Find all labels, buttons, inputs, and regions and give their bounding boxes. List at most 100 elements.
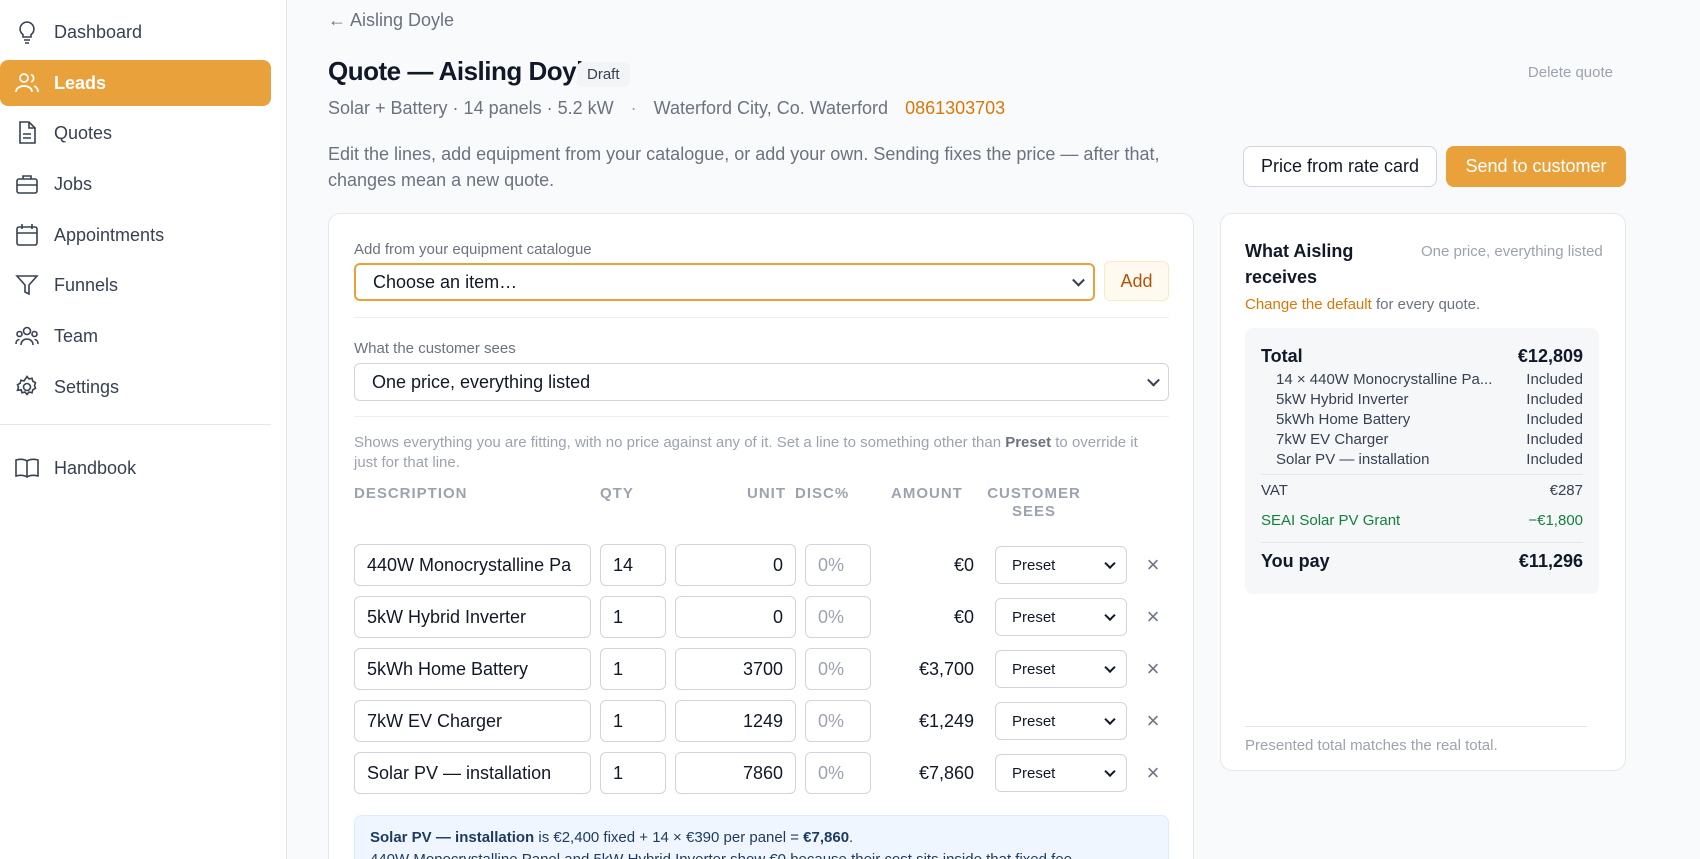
customer-view-select[interactable]: One price, everything listed xyxy=(354,363,1169,401)
calendar-icon xyxy=(14,222,40,248)
customer-view-note: Shows everything you are fitting, with n… xyxy=(354,433,1154,473)
item-name: 14 × 440W Monocrystalline Pa... xyxy=(1276,371,1493,388)
list-item: Solar PV — installation Included xyxy=(1276,451,1583,468)
info-text: is €2,400 fixed + 14 × €390 per panel = xyxy=(534,829,804,846)
remove-line-button[interactable]: × xyxy=(1143,554,1163,576)
select-value: Preset xyxy=(1012,764,1056,782)
add-item-button[interactable]: Add xyxy=(1104,261,1169,301)
unit-price-input[interactable]: 0 xyxy=(675,544,796,586)
discount-input[interactable]: 0% xyxy=(805,544,871,586)
unit-price-input[interactable]: 7860 xyxy=(675,752,796,794)
description-input[interactable]: Solar PV — installation xyxy=(354,752,591,794)
note-text: Shows everything you are fitting, with n… xyxy=(354,434,1006,451)
status-badge: Draft xyxy=(577,62,630,87)
remove-line-button[interactable]: × xyxy=(1143,708,1163,733)
send-to-customer-button[interactable]: Send to customer xyxy=(1446,146,1626,187)
description-input[interactable]: 5kWh Home Battery xyxy=(354,648,591,690)
sidebar-item-label: Handbook xyxy=(54,457,137,478)
delete-quote-button[interactable]: Delete quote xyxy=(1528,64,1613,81)
table-row: 7kW EV Charger 1 1249 0% €1,249 Preset × xyxy=(354,700,1169,744)
sidebar-item-label: Dashboard xyxy=(54,21,143,42)
lightbulb-icon xyxy=(14,19,40,45)
you-pay-value: €11,296 xyxy=(1518,551,1583,571)
column-header-qty: QTY xyxy=(600,485,634,502)
column-header-text: SEES xyxy=(1011,503,1057,520)
item-value: Included xyxy=(1526,451,1583,468)
sidebar-item-settings[interactable]: Settings xyxy=(0,364,271,410)
customer-view-select-value: One price, everything listed xyxy=(372,371,591,392)
sidebar-item-label: Jobs xyxy=(54,173,93,194)
customer-view-label: What the customer sees xyxy=(354,340,516,357)
catalogue-select-value: Choose an item… xyxy=(373,271,518,292)
subtitle-separator: · xyxy=(630,98,637,118)
total-label: Total xyxy=(1261,346,1303,366)
sidebar-item-team[interactable]: Team xyxy=(0,313,271,359)
vat-label: VAT xyxy=(1261,482,1288,499)
close-icon: × xyxy=(1146,604,1160,629)
divider xyxy=(354,317,1169,318)
list-item: 5kW Hybrid Inverter Included xyxy=(1276,391,1583,408)
briefcase-icon xyxy=(14,171,40,197)
unit-price-input[interactable]: 0 xyxy=(675,596,796,638)
remove-line-button[interactable]: × xyxy=(1143,658,1163,680)
description-input[interactable]: 440W Monocrystalline Pa xyxy=(354,544,591,586)
item-name: 7kW EV Charger xyxy=(1276,431,1389,448)
customer-phone-link[interactable]: 0861303703 xyxy=(905,98,1005,118)
qty-input[interactable]: 1 xyxy=(600,648,666,690)
unit-price-input[interactable]: 3700 xyxy=(675,648,796,690)
chevron-down-icon xyxy=(1104,713,1116,726)
qty-input[interactable]: 1 xyxy=(600,700,666,742)
catalogue-select[interactable]: Choose an item… xyxy=(354,263,1095,301)
customer-sees-select[interactable]: Preset xyxy=(995,598,1127,636)
sidebar-item-jobs[interactable]: Jobs xyxy=(0,161,271,207)
customer-sees-select[interactable]: Preset xyxy=(995,650,1127,688)
select-value: Preset xyxy=(1012,660,1056,678)
sidebar-item-appointments[interactable]: Appointments xyxy=(0,212,271,258)
close-icon: × xyxy=(1146,708,1160,733)
remove-line-button[interactable]: × xyxy=(1143,604,1163,629)
quote-summary: Solar + Battery · 14 panels · 5.2 kW xyxy=(328,98,614,118)
chevron-down-icon xyxy=(1104,557,1116,570)
sidebar-item-funnels[interactable]: Funnels xyxy=(0,262,271,308)
discount-input[interactable]: 0% xyxy=(805,700,871,742)
price-from-rate-card-button[interactable]: Price from rate card xyxy=(1243,146,1437,187)
line-amount: €1,249 xyxy=(918,711,974,731)
preview-footer: Presented total matches the real total. xyxy=(1245,726,1587,754)
sidebar-item-label: Quotes xyxy=(54,122,113,143)
info-line: Solar PV — installation is €2,400 fixed … xyxy=(370,827,1153,849)
column-header-text: CUSTOMER xyxy=(987,485,1081,502)
customer-sees-select[interactable]: Preset xyxy=(995,702,1127,740)
chevron-down-icon xyxy=(1104,765,1116,778)
qty-input[interactable]: 1 xyxy=(600,752,666,794)
sidebar-item-handbook[interactable]: Handbook xyxy=(0,445,271,491)
table-row: 440W Monocrystalline Pa 14 0 0% €0 Prese… xyxy=(354,544,1169,588)
customer-sees-select[interactable]: Preset xyxy=(995,546,1127,584)
sidebar-item-dashboard[interactable]: Dashboard xyxy=(0,9,271,55)
customer-preview-card: What Aisling receives One price, everyth… xyxy=(1220,213,1626,771)
qty-input[interactable]: 14 xyxy=(600,544,666,586)
remove-line-button[interactable]: × xyxy=(1143,760,1163,785)
close-icon: × xyxy=(1146,760,1160,785)
discount-input[interactable]: 0% xyxy=(805,752,871,794)
book-icon xyxy=(14,455,40,481)
unit-price-input[interactable]: 1249 xyxy=(675,700,796,742)
customer-sees-select[interactable]: Preset xyxy=(995,754,1127,792)
discount-input[interactable]: 0% xyxy=(805,648,871,690)
change-default-link[interactable]: Change the default xyxy=(1245,296,1372,313)
column-header-customer-sees: CUSTOMER SEES xyxy=(984,485,1084,521)
list-item: 7kW EV Charger Included xyxy=(1276,431,1583,448)
select-value: Preset xyxy=(1012,712,1056,730)
description-input[interactable]: 7kW EV Charger xyxy=(354,700,591,742)
discount-input[interactable]: 0% xyxy=(805,596,871,638)
sidebar-item-leads[interactable]: Leads xyxy=(0,60,271,106)
item-value: Included xyxy=(1526,431,1583,448)
select-value: Preset xyxy=(1012,556,1056,574)
totals-panel: Total €12,809 14 × 440W Monocrystalline … xyxy=(1245,328,1599,594)
line-amount: €0 xyxy=(953,607,974,627)
item-name: 5kWh Home Battery xyxy=(1276,411,1411,428)
preview-mode: One price, everything listed xyxy=(1421,243,1603,260)
sidebar-item-quotes[interactable]: Quotes xyxy=(0,110,271,156)
back-link[interactable]: ← Aisling Doyle xyxy=(328,10,454,31)
qty-input[interactable]: 1 xyxy=(600,596,666,638)
description-input[interactable]: 5kW Hybrid Inverter xyxy=(354,596,591,638)
